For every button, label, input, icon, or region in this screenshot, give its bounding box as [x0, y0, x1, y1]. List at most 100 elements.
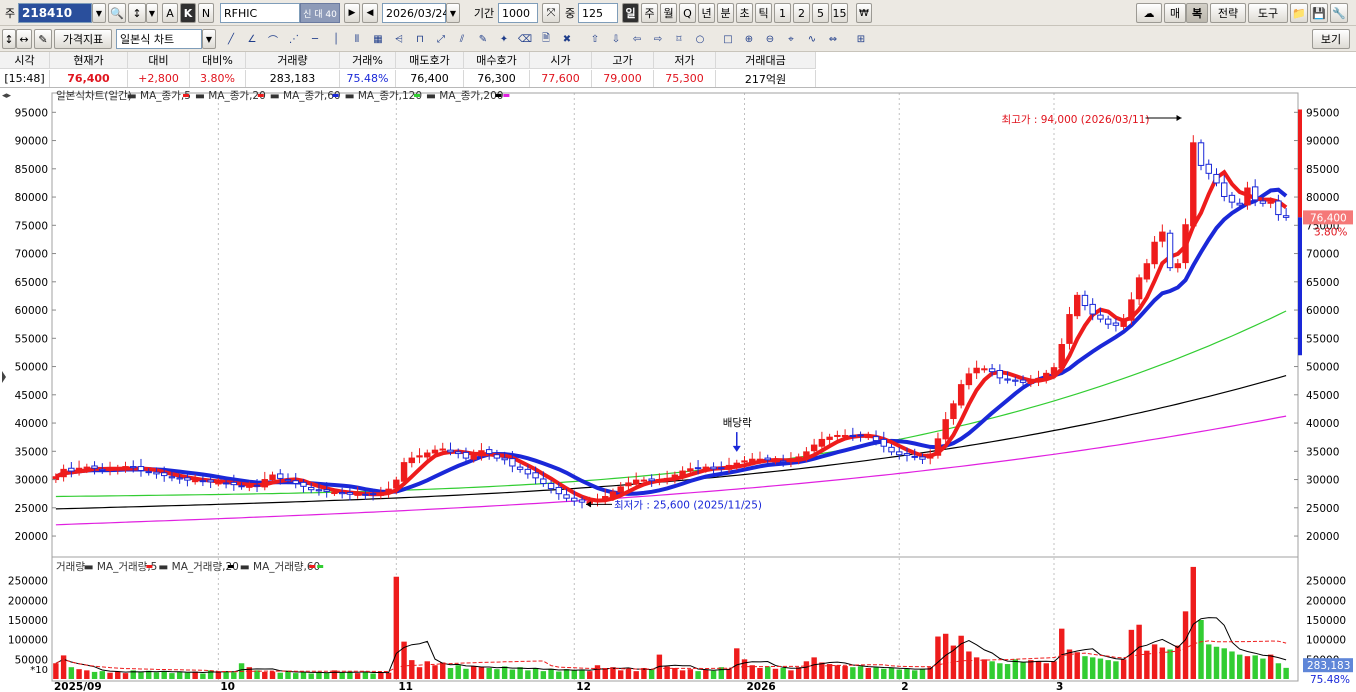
square-icon[interactable]: □ [719, 30, 737, 48]
prev-play-icon[interactable]: ◀ [362, 3, 378, 23]
folder-icon[interactable]: 📁 [1290, 3, 1308, 23]
box-tool-icon[interactable]: ⊓ [411, 30, 429, 48]
next-play-icon[interactable]: ▶ [344, 3, 360, 23]
volume-bar [556, 671, 562, 679]
report-icon[interactable]: ⊞ [852, 30, 870, 48]
candle-body [1221, 182, 1228, 197]
timeframe-button-5[interactable]: 분 [717, 3, 734, 23]
candle-body [153, 471, 160, 475]
timeframe-button-2[interactable]: 월 [660, 3, 677, 23]
candle-body [656, 479, 663, 483]
volume-bar [1182, 611, 1189, 679]
lowest-price-annotation: 최저가 : 25,600 (2025/11/25) [614, 499, 762, 511]
x-tick-6: 3 [1056, 681, 1063, 692]
candle-body [718, 467, 725, 470]
scale-icon[interactable]: ⇔ [824, 30, 842, 48]
code-dropdown-chevron-down-icon[interactable]: ▼ [92, 3, 106, 23]
candle-body [973, 367, 980, 374]
sort-dropdown-chevron-down-icon[interactable]: ▼ [146, 3, 158, 23]
zoom-fit-icon[interactable]: ⤧ [542, 3, 560, 23]
chart-type-select[interactable]: 일본식 차트 [116, 29, 202, 49]
arrow-right-icon[interactable]: ⇨ [649, 30, 667, 48]
arrow-down-icon[interactable]: ⇩ [607, 30, 625, 48]
timeframe-button-4[interactable]: 년 [698, 3, 715, 23]
chart-type-chevron-down-icon[interactable]: ▼ [202, 29, 216, 49]
pencil-icon[interactable]: ✎ [474, 30, 492, 48]
cloud-icon[interactable]: ☁ [1136, 3, 1162, 23]
wave-icon[interactable]: ∿ [803, 30, 821, 48]
note-icon[interactable]: 🗎 [537, 30, 555, 48]
arrow-up-down-icon[interactable]: ↕ [2, 29, 16, 49]
angle-tool-icon[interactable]: ∠ [243, 30, 261, 48]
arrow-up-icon[interactable]: ⇧ [586, 30, 604, 48]
volume-bar [726, 668, 732, 679]
timeframe-button-9[interactable]: 2 [793, 3, 810, 23]
fan-tool-icon[interactable]: ⋰ [285, 30, 303, 48]
timeframe-button-0[interactable]: 일 [622, 3, 639, 23]
line-tool-icon[interactable]: ╱ [222, 30, 240, 48]
horizontal-line-icon[interactable]: ─ [306, 30, 324, 48]
magic-icon[interactable]: ✦ [495, 30, 513, 48]
search-icon[interactable]: 🔍 [108, 3, 126, 23]
current-volume-tag: 283,183 [1307, 660, 1350, 672]
sort-icon[interactable]: ↕ [128, 3, 146, 23]
buy-button[interactable]: 매 [1164, 3, 1186, 23]
crosshair-icon[interactable]: ⌖ [782, 30, 800, 48]
fib-tool-icon[interactable]: ⦀ [348, 30, 366, 48]
delete-icon[interactable]: ✖ [558, 30, 576, 48]
date-dropdown-chevron-down-icon[interactable]: ▼ [446, 3, 460, 23]
volume-legend-title: 거래량 [56, 561, 85, 573]
candle-body [261, 479, 268, 488]
duplicate-button[interactable]: 복 [1186, 3, 1208, 23]
stock-name-field[interactable]: RFHIC [220, 3, 300, 23]
settings-icon[interactable]: 🔧 [1330, 3, 1348, 23]
ak-a-button[interactable]: A [162, 3, 178, 23]
strategy-button[interactable]: 전략 [1210, 3, 1246, 23]
tools-button[interactable]: 도구 [1248, 3, 1288, 23]
candle-body [1128, 299, 1135, 321]
channel-tool-icon[interactable]: ⫽ [453, 30, 471, 48]
price-volume-chart[interactable]: 20000 2000025000 2500030000 3000035000 35000… [0, 89, 1356, 692]
price-indicator-button[interactable]: 가격지표 [54, 29, 112, 49]
ak-k-button[interactable]: K [180, 3, 196, 23]
volume-bar [1028, 660, 1034, 679]
edit-icon[interactable]: ✎ [34, 29, 52, 49]
bookmark-icon[interactable]: ⌑ [670, 30, 688, 48]
timeframe-button-8[interactable]: 1 [774, 3, 791, 23]
timeframe-button-1[interactable]: 주 [641, 3, 658, 23]
cycle-tool-icon[interactable]: ⩤ [390, 30, 408, 48]
timeframe-button-7[interactable]: 틱 [755, 3, 772, 23]
candle-body [60, 468, 67, 478]
ak-n-button[interactable]: N [198, 3, 214, 23]
price-legend-swatch-2 [332, 94, 339, 97]
grid-tool-icon[interactable]: ▦ [369, 30, 387, 48]
won-unit-icon[interactable]: ₩ [856, 3, 872, 23]
timeframe-button-6[interactable]: 초 [736, 3, 753, 23]
quote-header-8: 시가 [530, 52, 592, 69]
candle-body [1097, 314, 1104, 320]
volume-bar [447, 667, 454, 679]
zoom-in-icon[interactable]: ⊕ [740, 30, 758, 48]
zoom-input[interactable]: 125 [578, 3, 618, 23]
timeframe-button-11[interactable]: 15 [831, 3, 848, 23]
save-icon[interactable]: 💾 [1310, 3, 1328, 23]
timeframe-button-3[interactable]: Q [679, 3, 696, 23]
arrow-left-icon[interactable]: ⇦ [628, 30, 646, 48]
candle-body [284, 479, 292, 482]
volume-bar [672, 667, 678, 679]
zoom-out-icon[interactable]: ⊖ [761, 30, 779, 48]
eraser-icon[interactable]: ⌫ [516, 30, 534, 48]
vertical-line-icon[interactable]: │ [327, 30, 345, 48]
circle-icon[interactable]: ○ [691, 30, 709, 48]
arrow-left-right-icon[interactable]: ↔ [16, 29, 32, 49]
volume-bar [486, 667, 492, 679]
candle-body [741, 460, 748, 463]
view-button[interactable]: 보기 [1312, 29, 1350, 49]
stock-code-input[interactable]: 218410 [18, 3, 92, 23]
arc-tool-icon[interactable]: ⌒ [264, 30, 282, 48]
gann-tool-icon[interactable]: ⤢ [432, 30, 450, 48]
date-input[interactable]: 2026/03/24 [382, 3, 449, 23]
period-input[interactable]: 1000 [498, 3, 538, 23]
timeframe-button-10[interactable]: 5 [812, 3, 829, 23]
volume-legend-label-1: ▬ MA_거래량,20 [158, 561, 238, 573]
